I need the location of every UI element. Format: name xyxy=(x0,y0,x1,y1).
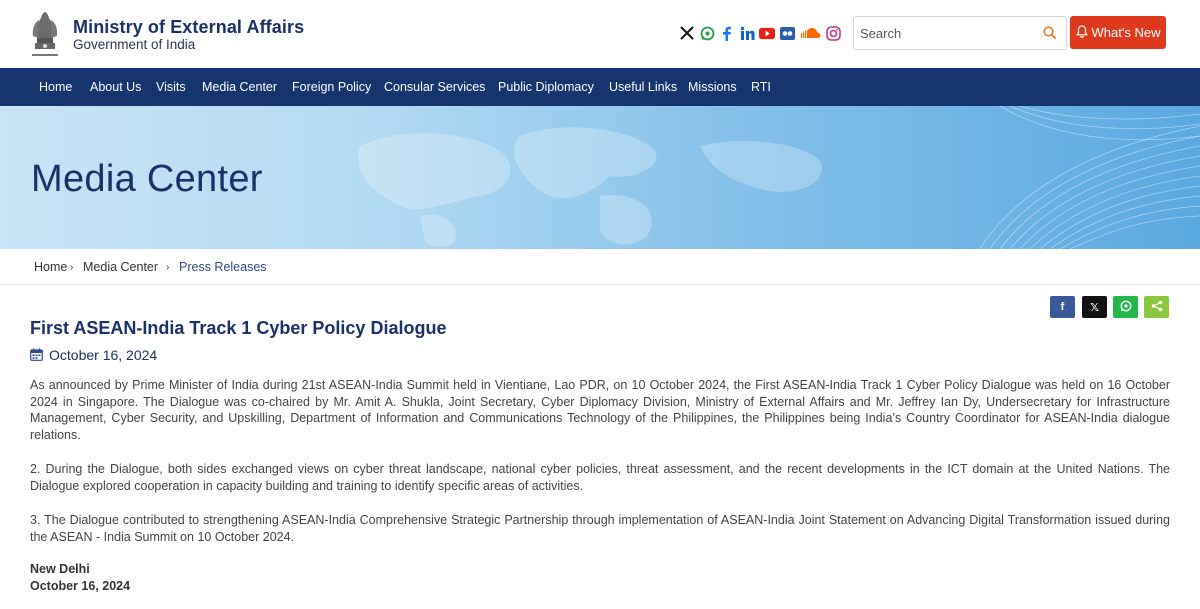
nav-media-center[interactable]: Media Center xyxy=(202,68,277,106)
share-whatsapp-button[interactable] xyxy=(1113,296,1138,318)
soundcloud-icon[interactable] xyxy=(799,24,821,42)
whats-new-button[interactable]: What's New xyxy=(1070,16,1166,49)
article-date: October 16, 2024 xyxy=(49,347,158,363)
article-paragraph-3: 3. The Dialogue contributed to strengthe… xyxy=(30,513,1170,544)
bell-icon xyxy=(1075,24,1088,41)
x-icon[interactable] xyxy=(679,24,695,42)
flickr-icon[interactable] xyxy=(779,24,795,42)
share-more-button[interactable] xyxy=(1144,296,1169,318)
facebook-icon[interactable] xyxy=(719,24,735,42)
page-banner: Media Center xyxy=(0,106,1200,249)
breadcrumb-current: Press Releases xyxy=(179,260,267,274)
site-header: Ministry of External Affairs Government … xyxy=(0,0,1200,68)
article-title: First ASEAN-India Track 1 Cyber Policy D… xyxy=(30,318,447,338)
whatsapp-icon[interactable] xyxy=(699,24,715,42)
share-icon xyxy=(1151,300,1163,315)
national-emblem-logo[interactable] xyxy=(28,8,62,62)
breadcrumb-media-center[interactable]: Media Center xyxy=(83,260,158,274)
whatsapp-icon xyxy=(1120,300,1132,315)
nav-consular-services[interactable]: Consular Services xyxy=(384,68,485,106)
x-icon: 𝕏 xyxy=(1090,301,1099,314)
nav-useful-links[interactable]: Useful Links xyxy=(609,68,677,106)
article-paragraph-2: 2. During the Dialogue, both sides excha… xyxy=(30,462,1170,493)
site-title[interactable]: Ministry of External Affairs xyxy=(73,17,304,38)
search-input[interactable] xyxy=(860,23,1040,43)
site-subtitle: Government of India xyxy=(73,37,196,52)
search-box xyxy=(853,16,1067,50)
article-sign-date: October 16, 2024 xyxy=(30,579,131,593)
breadcrumb: Home › Media Center › Press Releases xyxy=(0,249,1200,285)
nav-home[interactable]: Home xyxy=(39,68,72,106)
breadcrumb-separator-icon: › xyxy=(166,262,170,273)
nav-about-us[interactable]: About Us xyxy=(90,68,141,106)
share-facebook-button[interactable]: f xyxy=(1050,296,1075,318)
nav-visits[interactable]: Visits xyxy=(156,68,186,106)
banner-title: Media Center xyxy=(31,158,263,200)
nav-public-diplomacy[interactable]: Public Diplomacy xyxy=(498,68,594,106)
whats-new-label: What's New xyxy=(1091,25,1161,40)
main-nav: Home About Us Visits Media Center Foreig… xyxy=(0,68,1200,106)
article-place: New Delhi xyxy=(30,562,90,576)
calendar-icon xyxy=(30,348,43,361)
breadcrumb-separator-icon: › xyxy=(70,262,74,273)
share-x-button[interactable]: 𝕏 xyxy=(1082,296,1107,318)
nav-foreign-policy[interactable]: Foreign Policy xyxy=(292,68,371,106)
breadcrumb-home[interactable]: Home xyxy=(34,260,67,274)
article-paragraph-1: As announced by Prime Minister of India … xyxy=(30,378,1170,442)
search-icon[interactable] xyxy=(1043,26,1057,40)
youtube-icon[interactable] xyxy=(759,24,775,42)
linkedin-icon[interactable] xyxy=(739,24,755,42)
social-links xyxy=(679,24,841,42)
facebook-icon: f xyxy=(1060,301,1065,313)
nav-rti[interactable]: RTI xyxy=(751,68,771,106)
instagram-icon[interactable] xyxy=(825,24,841,42)
nav-missions[interactable]: Missions xyxy=(688,68,737,106)
